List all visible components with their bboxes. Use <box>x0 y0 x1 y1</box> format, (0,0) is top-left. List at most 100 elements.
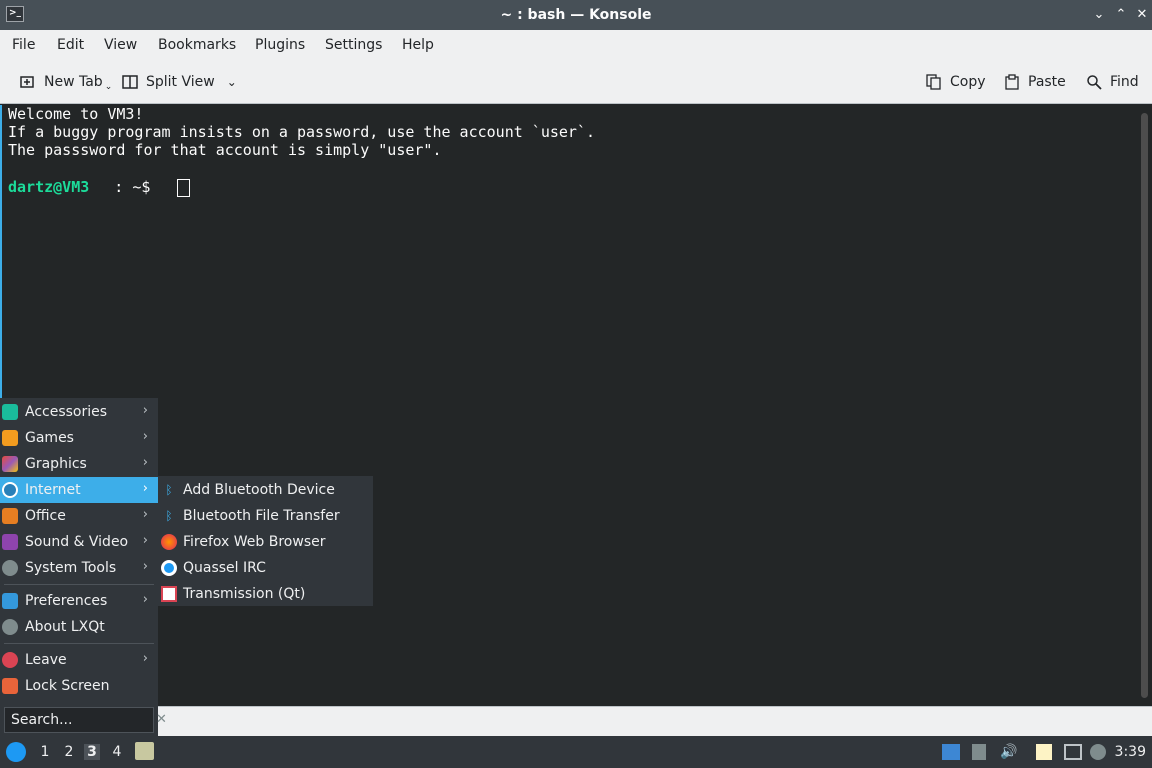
terminal-prompt: dartz@VM3 : ~$ <box>8 178 150 196</box>
terminal-scrollbar[interactable] <box>1141 113 1148 698</box>
paste-label: Paste <box>1028 74 1066 90</box>
menu-item-accessories[interactable]: Accessories › <box>0 399 158 425</box>
submenu-item-label: Add Bluetooth Device <box>183 482 335 498</box>
desktop-1[interactable]: 1 <box>37 744 53 760</box>
new-tab-label: New Tab <box>44 74 103 90</box>
submenu-item-label: Firefox Web Browser <box>183 534 326 550</box>
submenu-item-transmission[interactable]: Transmission (Qt) <box>158 581 373 607</box>
submenu-item-label: Bluetooth File Transfer <box>183 508 340 524</box>
menu-item-sound-video[interactable]: Sound & Video › <box>0 529 158 555</box>
transmission-icon <box>161 586 177 602</box>
menu-item-lock-screen[interactable]: Lock Screen <box>0 673 158 699</box>
clock[interactable]: 3:39 <box>1115 744 1146 760</box>
menu-item-internet[interactable]: Internet › <box>0 477 158 503</box>
menu-item-office[interactable]: Office › <box>0 503 158 529</box>
lock-icon <box>2 678 18 694</box>
prompt-user: dartz@VM3 <box>8 178 90 196</box>
menu-settings[interactable]: Settings <box>325 37 382 53</box>
split-view-button[interactable]: Split View ⌄ <box>122 72 237 92</box>
removable-media-icon[interactable] <box>972 744 986 760</box>
menu-edit[interactable]: Edit <box>57 37 84 53</box>
lxqt-start-menu-icon[interactable] <box>6 742 26 762</box>
notification-icon[interactable] <box>1090 744 1106 760</box>
menu-item-label: Accessories <box>25 404 108 420</box>
info-icon <box>2 619 18 635</box>
new-tab-button[interactable]: New Tab ⌄ <box>20 72 112 92</box>
menu-help[interactable]: Help <box>402 37 434 53</box>
office-icon <box>2 508 18 524</box>
menu-item-label: System Tools <box>25 560 117 576</box>
file-manager-icon[interactable] <box>135 742 154 760</box>
desktop-switch-icon[interactable] <box>942 744 960 760</box>
menu-item-label: Internet <box>25 482 81 498</box>
internet-icon <box>2 482 18 498</box>
desktop-2[interactable]: 2 <box>61 744 77 760</box>
paste-button[interactable]: Paste <box>1004 72 1066 92</box>
copy-label: Copy <box>950 74 986 90</box>
chevron-right-icon: › <box>142 559 148 574</box>
close-button[interactable]: ✕ <box>1133 6 1151 24</box>
menu-item-label: About LXQt <box>25 619 105 635</box>
toolbar: New Tab ⌄ Split View ⌄ Copy Paste Find <box>0 60 1152 104</box>
paste-icon <box>1004 74 1020 90</box>
terminal-line: If a buggy program insists on a password… <box>8 123 595 141</box>
menu-item-label: Graphics <box>25 456 87 472</box>
menu-search-input[interactable]: Search... <box>4 707 154 733</box>
terminal-line: The passsword for that account is simply… <box>8 141 442 159</box>
menu-item-label: Games <box>25 430 74 446</box>
accessories-icon <box>2 404 18 420</box>
clipboard-icon[interactable] <box>1036 744 1052 760</box>
submenu-item-add-bluetooth[interactable]: ᛒ Add Bluetooth Device <box>158 477 373 503</box>
maximize-button[interactable]: ⌃ <box>1112 6 1130 24</box>
menu-item-label: Office <box>25 508 66 524</box>
new-tab-dropdown-icon[interactable]: ⌄ <box>105 82 113 92</box>
new-tab-icon <box>20 74 36 90</box>
menu-item-system-tools[interactable]: System Tools › <box>0 555 158 581</box>
menu-item-about-lxqt[interactable]: About LXQt <box>0 614 158 640</box>
minimize-button[interactable]: ⌄ <box>1090 6 1108 24</box>
chevron-right-icon: › <box>142 592 148 607</box>
menu-file[interactable]: File <box>12 37 35 53</box>
menu-view[interactable]: View <box>104 37 137 53</box>
submenu-item-firefox[interactable]: Firefox Web Browser <box>158 529 373 555</box>
terminal-view[interactable]: Welcome to VM3! If a buggy program insis… <box>0 105 1152 706</box>
window-title: ~ : bash — Konsole <box>500 7 652 23</box>
search-icon <box>1086 74 1102 90</box>
preferences-icon <box>2 593 18 609</box>
volume-icon[interactable]: 🔊 <box>1000 744 1018 760</box>
menu-item-leave[interactable]: Leave › <box>0 647 158 673</box>
menu-bookmarks[interactable]: Bookmarks <box>158 37 236 53</box>
chevron-right-icon: › <box>142 403 148 418</box>
menu-item-games[interactable]: Games › <box>0 425 158 451</box>
copy-icon <box>926 74 942 90</box>
menu-item-label: Leave <box>25 652 67 668</box>
games-icon <box>2 430 18 446</box>
network-icon[interactable] <box>1064 744 1082 760</box>
copy-button[interactable]: Copy <box>926 72 986 92</box>
menu-item-graphics[interactable]: Graphics › <box>0 451 158 477</box>
desktop-4[interactable]: 4 <box>109 744 125 760</box>
menu-item-label: Lock Screen <box>25 678 110 694</box>
submenu-item-bluetooth-transfer[interactable]: ᛒ Bluetooth File Transfer <box>158 503 373 529</box>
split-view-icon <box>122 74 138 90</box>
menu-separator <box>4 584 154 585</box>
menu-plugins[interactable]: Plugins <box>255 37 305 53</box>
submenu-item-label: Quassel IRC <box>183 560 266 576</box>
chevron-right-icon: › <box>142 651 148 666</box>
desktop-3[interactable]: 3 <box>84 744 100 760</box>
internet-submenu: ᛒ Add Bluetooth Device ᛒ Bluetooth File Tr… <box>158 476 373 606</box>
chevron-right-icon: › <box>142 455 148 470</box>
submenu-item-label: Transmission (Qt) <box>183 586 306 602</box>
split-view-chevron-down-icon[interactable]: ⌄ <box>227 75 237 89</box>
window-titlebar[interactable]: >_ ~ : bash — Konsole ⌄ ⌃ ✕ <box>0 0 1152 30</box>
submenu-item-quassel[interactable]: Quassel IRC <box>158 555 373 581</box>
prompt-path: : ~$ <box>105 178 151 196</box>
find-button[interactable]: Find <box>1086 72 1139 92</box>
menu-bar: File Edit View Bookmarks Plugins Setting… <box>0 30 1152 60</box>
application-menu: Accessories › Games › Graphics › Internet › … <box>0 398 158 736</box>
firefox-icon <box>161 534 177 550</box>
terminal-cursor <box>177 179 190 197</box>
terminal-line: Welcome to VM3! <box>8 105 144 123</box>
menu-item-preferences[interactable]: Preferences › <box>0 588 158 614</box>
clear-search-icon[interactable]: ✕ <box>156 712 167 727</box>
